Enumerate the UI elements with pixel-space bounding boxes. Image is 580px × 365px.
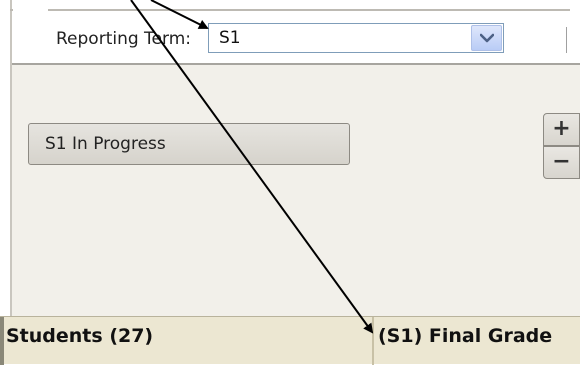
grid-header: Students (27) (S1) Final Grade bbox=[0, 316, 580, 365]
reporting-term-value: S1 bbox=[219, 28, 241, 48]
reporting-term-select[interactable]: S1 bbox=[208, 23, 504, 53]
header-left-edge bbox=[0, 317, 4, 365]
content-area bbox=[12, 65, 580, 316]
app-frame: Reporting Term: S1 S1 In Progress + − St… bbox=[0, 0, 580, 365]
zoom-controls: + − bbox=[543, 113, 580, 179]
column-divider[interactable] bbox=[372, 317, 374, 365]
reporting-term-label: Reporting Term: bbox=[56, 29, 191, 49]
zoom-out-button[interactable]: − bbox=[543, 146, 580, 179]
toolbar-separator bbox=[566, 27, 567, 53]
minus-icon: − bbox=[552, 149, 571, 174]
section-in-progress-button[interactable]: S1 In Progress bbox=[28, 123, 350, 165]
chevron-down-icon bbox=[480, 33, 494, 43]
final-grade-column-header[interactable]: (S1) Final Grade bbox=[378, 325, 552, 347]
reporting-term-dropdown-button[interactable] bbox=[471, 25, 502, 51]
zoom-in-button[interactable]: + bbox=[543, 113, 580, 146]
plus-icon: + bbox=[552, 116, 571, 141]
students-column-header[interactable]: Students (27) bbox=[6, 325, 153, 347]
